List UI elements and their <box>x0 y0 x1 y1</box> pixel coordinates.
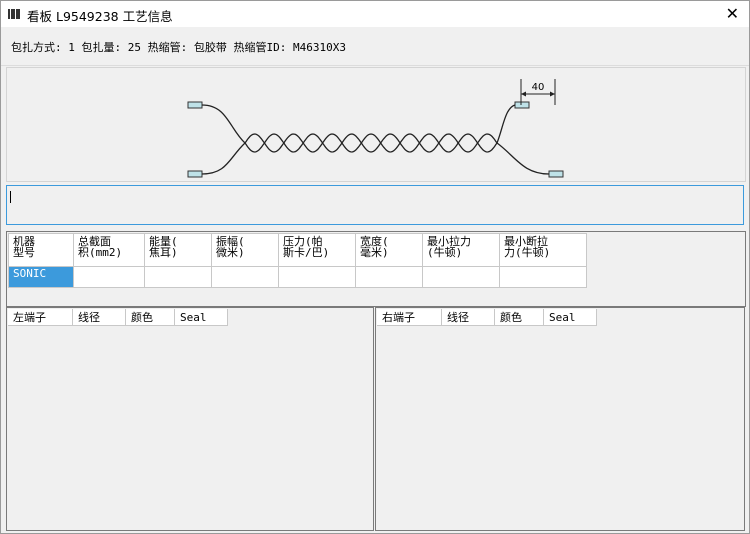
params-cell[interactable] <box>278 266 356 288</box>
params-cell[interactable] <box>144 266 212 288</box>
dimension-label: 40 <box>532 82 545 93</box>
params-cell[interactable] <box>211 266 279 288</box>
terminal-bottom-left <box>187 170 203 178</box>
twisted-pair-drawing: 40 <box>187 79 564 178</box>
right-terminal-column-header[interactable]: Seal <box>543 309 597 326</box>
left-terminal-table: 左端子 线径 颜色 Seal <box>8 309 228 326</box>
params-header-cell: 最小断拉 力(牛顿) <box>499 233 587 267</box>
wire-lead-top-right <box>496 104 516 144</box>
left-terminal-header: 左端子 线径 颜色 Seal <box>8 309 228 326</box>
wire-lead-bottom-left <box>201 142 246 175</box>
params-data-row: SONIC <box>8 266 587 288</box>
title-bar: 看板 L9549238 工艺信息 ✕ <box>1 1 749 27</box>
barcode-icon <box>8 9 20 19</box>
twisted-strand-b <box>244 133 498 153</box>
params-header-cell: 总截面 积(mm2) <box>73 233 145 267</box>
params-cell[interactable] <box>73 266 145 288</box>
left-terminal-panel: 左端子 线径 颜色 Seal <box>6 307 374 531</box>
params-header-cell: 能量(焦耳) <box>144 233 212 267</box>
params-header-cell: 机器 型号 <box>8 233 74 267</box>
dimension-arrow-left <box>521 91 526 97</box>
terminal-top-right <box>514 101 530 109</box>
machine-model-cell[interactable]: SONIC <box>8 266 74 288</box>
params-header-line: 型号 <box>13 246 35 259</box>
params-header-line: 积(mm2) <box>78 246 123 259</box>
params-header-line: 毫米) <box>360 246 389 259</box>
params-header-line: 力(牛顿) <box>504 246 551 259</box>
right-terminal-column-header[interactable]: 线径 <box>441 309 495 326</box>
dimension-arrow-right <box>550 91 555 97</box>
left-terminal-column-header[interactable]: 颜色 <box>125 309 175 326</box>
left-terminal-column-header[interactable]: Seal <box>174 309 228 326</box>
wire-lead-bottom-right <box>496 142 550 175</box>
params-header-cell: 压力(帕 斯卡/巴) <box>278 233 356 267</box>
params-cell[interactable] <box>422 266 500 288</box>
info-bar: 包扎方式: 1 包扎量: 25 热缩管: 包胶带 热缩管ID: M46310X3 <box>1 28 749 66</box>
right-terminal-table: 右端子 线径 颜色 Seal <box>377 309 597 326</box>
window: 看板 L9549238 工艺信息 ✕ 包扎方式: 1 包扎量: 25 热缩管: … <box>0 0 750 534</box>
terminal-top-left <box>187 101 203 109</box>
wire-lead-top-left <box>201 104 246 144</box>
scan-input[interactable] <box>6 185 744 225</box>
params-header-line: 斯卡/巴) <box>283 246 330 259</box>
params-header-cell: 最小拉力 (牛顿) <box>422 233 500 267</box>
wire-diagram: 40 <box>6 67 746 182</box>
right-terminal-column-header[interactable]: 颜色 <box>494 309 544 326</box>
right-terminal-panel: 右端子 线径 颜色 Seal <box>375 307 745 531</box>
params-header-cell: 宽度(毫米) <box>355 233 423 267</box>
info-text: 包扎方式: 1 包扎量: 25 热缩管: 包胶带 热缩管ID: M46310X3 <box>11 41 346 54</box>
twisted-strand-a <box>244 133 498 153</box>
params-header-row: 机器 型号 总截面 积(mm2) 能量(焦耳) 振幅(微米) 压力(帕 斯卡/巴) 宽度(毫米)… <box>8 233 587 267</box>
right-terminal-header: 右端子 线径 颜色 Seal <box>377 309 597 326</box>
right-terminal-column-header[interactable]: 右端子 <box>377 309 442 326</box>
params-header-line: 焦耳) <box>149 246 178 259</box>
params-table: 机器 型号 总截面 积(mm2) 能量(焦耳) 振幅(微米) 压力(帕 斯卡/巴) 宽度(毫米)… <box>8 233 587 288</box>
params-cell[interactable] <box>499 266 587 288</box>
params-cell[interactable] <box>355 266 423 288</box>
process-params-grid: 机器 型号 总截面 积(mm2) 能量(焦耳) 振幅(微米) 压力(帕 斯卡/巴) 宽度(毫米)… <box>6 231 746 307</box>
params-header-line: 微米) <box>216 246 245 259</box>
params-header-line: (牛顿) <box>427 246 463 259</box>
left-terminal-column-header[interactable]: 线径 <box>72 309 126 326</box>
terminal-bottom-right <box>548 170 564 178</box>
close-icon[interactable]: ✕ <box>726 4 739 23</box>
text-caret <box>10 191 11 203</box>
params-header-cell: 振幅(微米) <box>211 233 279 267</box>
window-title: 看板 L9549238 工艺信息 <box>27 9 173 24</box>
left-terminal-column-header[interactable]: 左端子 <box>8 309 73 326</box>
